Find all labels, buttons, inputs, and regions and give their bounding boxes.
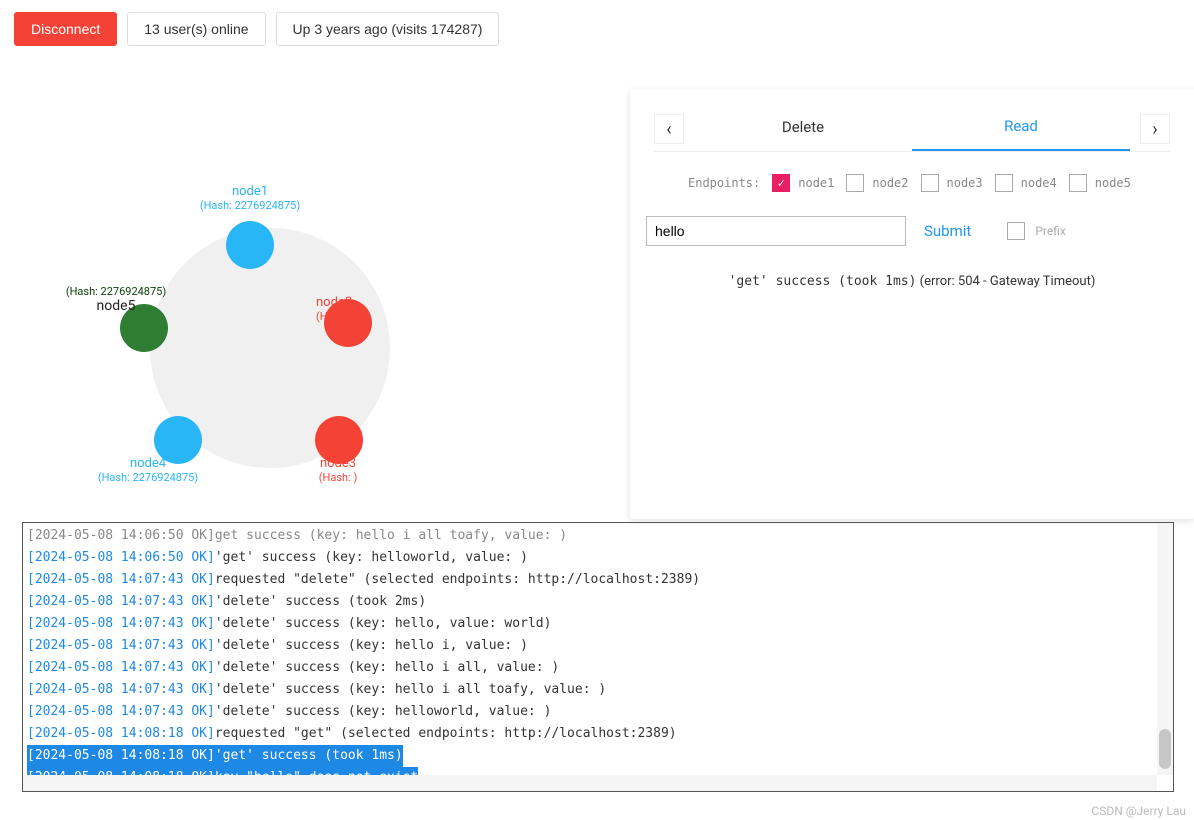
checkbox-node1[interactable]: ✓ — [772, 174, 790, 192]
tab-row: ‹ Delete Read › — [654, 107, 1170, 152]
log-line: [2024-05-08 14:08:18 OK]requested "get" … — [27, 723, 1169, 745]
tab-delete[interactable]: Delete — [694, 108, 912, 150]
endpoint-label: node2 — [872, 176, 908, 190]
node-circle-node1[interactable] — [226, 221, 274, 269]
key-input[interactable] — [646, 216, 906, 246]
scroll-thumb[interactable] — [1159, 729, 1171, 769]
prefix-option: Prefix — [1007, 222, 1066, 240]
node-label-node5: (Hash: 2276924875) node5 — [36, 285, 196, 314]
endpoint-label: node5 — [1095, 176, 1131, 190]
node-hash: (Hash: 2276924875) — [170, 199, 330, 212]
endpoint-label: node3 — [947, 176, 983, 190]
log-line: [2024-05-08 14:07:43 OK]'delete' success… — [27, 701, 1169, 723]
result-rest: (error: 504 - Gateway Timeout) — [916, 274, 1095, 289]
checkbox-node5[interactable] — [1069, 174, 1087, 192]
log-line: [2024-05-08 14:06:50 OK]'get' success (k… — [27, 547, 1169, 569]
node-hash: (Hash: 2276924875) — [36, 285, 196, 298]
action-panel: ‹ Delete Read › Endpoints: ✓ node1 node2 … — [630, 89, 1194, 519]
node-name: node5 — [36, 298, 196, 314]
submit-button[interactable]: Submit — [924, 222, 971, 240]
node-name: node3 — [258, 456, 418, 471]
endpoint-label: node4 — [1021, 176, 1057, 190]
endpoints-label: Endpoints: — [688, 176, 760, 190]
chevron-left-icon[interactable]: ‹ — [654, 114, 684, 144]
log-line: [2024-05-08 14:07:43 OK]'delete' success… — [27, 679, 1169, 701]
top-toolbar: Disconnect 13 user(s) online Up 3 years … — [0, 0, 1194, 58]
watermark: CSDN @Jerry Lau — [1091, 804, 1186, 818]
log-line: [2024-05-08 14:07:43 OK]'delete' success… — [27, 591, 1169, 613]
input-row: Submit Prefix — [642, 202, 1182, 256]
checkbox-node3[interactable] — [921, 174, 939, 192]
node-label-node1: node1 (Hash: 2276924875) — [170, 184, 330, 212]
log-console[interactable]: [2024-05-08 14:06:50 OK] get success (ke… — [22, 522, 1174, 792]
node-label-node2: node2 (Hash: ) — [316, 295, 476, 323]
endpoints-row: Endpoints: ✓ node1 node2 node3 node4 node… — [642, 152, 1182, 202]
checkbox-node2[interactable] — [846, 174, 864, 192]
node-hash: (Hash: 2276924875) — [68, 471, 228, 484]
endpoint-label: node1 — [798, 176, 834, 190]
node-label-node4: node4 (Hash: 2276924875) — [68, 456, 228, 484]
node-name: node1 — [170, 184, 330, 199]
prefix-label: Prefix — [1035, 224, 1066, 238]
tab-read[interactable]: Read — [912, 107, 1130, 151]
node-name: node4 — [68, 456, 228, 471]
chevron-right-icon[interactable]: › — [1140, 114, 1170, 144]
checkbox-node4[interactable] — [995, 174, 1013, 192]
node-label-node3: node3 (Hash: ) — [258, 456, 418, 484]
result-mono: 'get' success (took 1ms) — [729, 274, 917, 289]
scrollbar-vertical[interactable] — [1157, 523, 1173, 775]
node-name: node2 — [316, 295, 476, 310]
checkbox-prefix[interactable] — [1007, 222, 1025, 240]
log-line: [2024-05-08 14:08:18 OK]'get' success (t… — [27, 745, 1169, 767]
log-line: [2024-05-08 14:07:43 OK]'delete' success… — [27, 613, 1169, 635]
result-line: 'get' success (took 1ms) (error: 504 - G… — [642, 256, 1182, 289]
log-line: [2024-05-08 14:07:43 OK]'delete' success… — [27, 657, 1169, 679]
log-line: [2024-05-08 14:07:43 OK]'delete' success… — [27, 635, 1169, 657]
log-line: [2024-05-08 14:07:43 OK]requested "delet… — [27, 569, 1169, 591]
uptime-badge[interactable]: Up 3 years ago (visits 174287) — [276, 12, 500, 46]
node-hash: (Hash: ) — [316, 310, 476, 323]
users-online-badge[interactable]: 13 user(s) online — [127, 12, 265, 46]
cluster-ring: node1 (Hash: 2276924875) node2 (Hash: ) … — [0, 58, 610, 498]
disconnect-button[interactable]: Disconnect — [14, 12, 117, 46]
log-line: [2024-05-08 14:06:50 OK] get success (ke… — [27, 525, 1169, 547]
node-hash: (Hash: ) — [258, 471, 418, 484]
scrollbar-horizontal[interactable] — [23, 775, 1157, 791]
